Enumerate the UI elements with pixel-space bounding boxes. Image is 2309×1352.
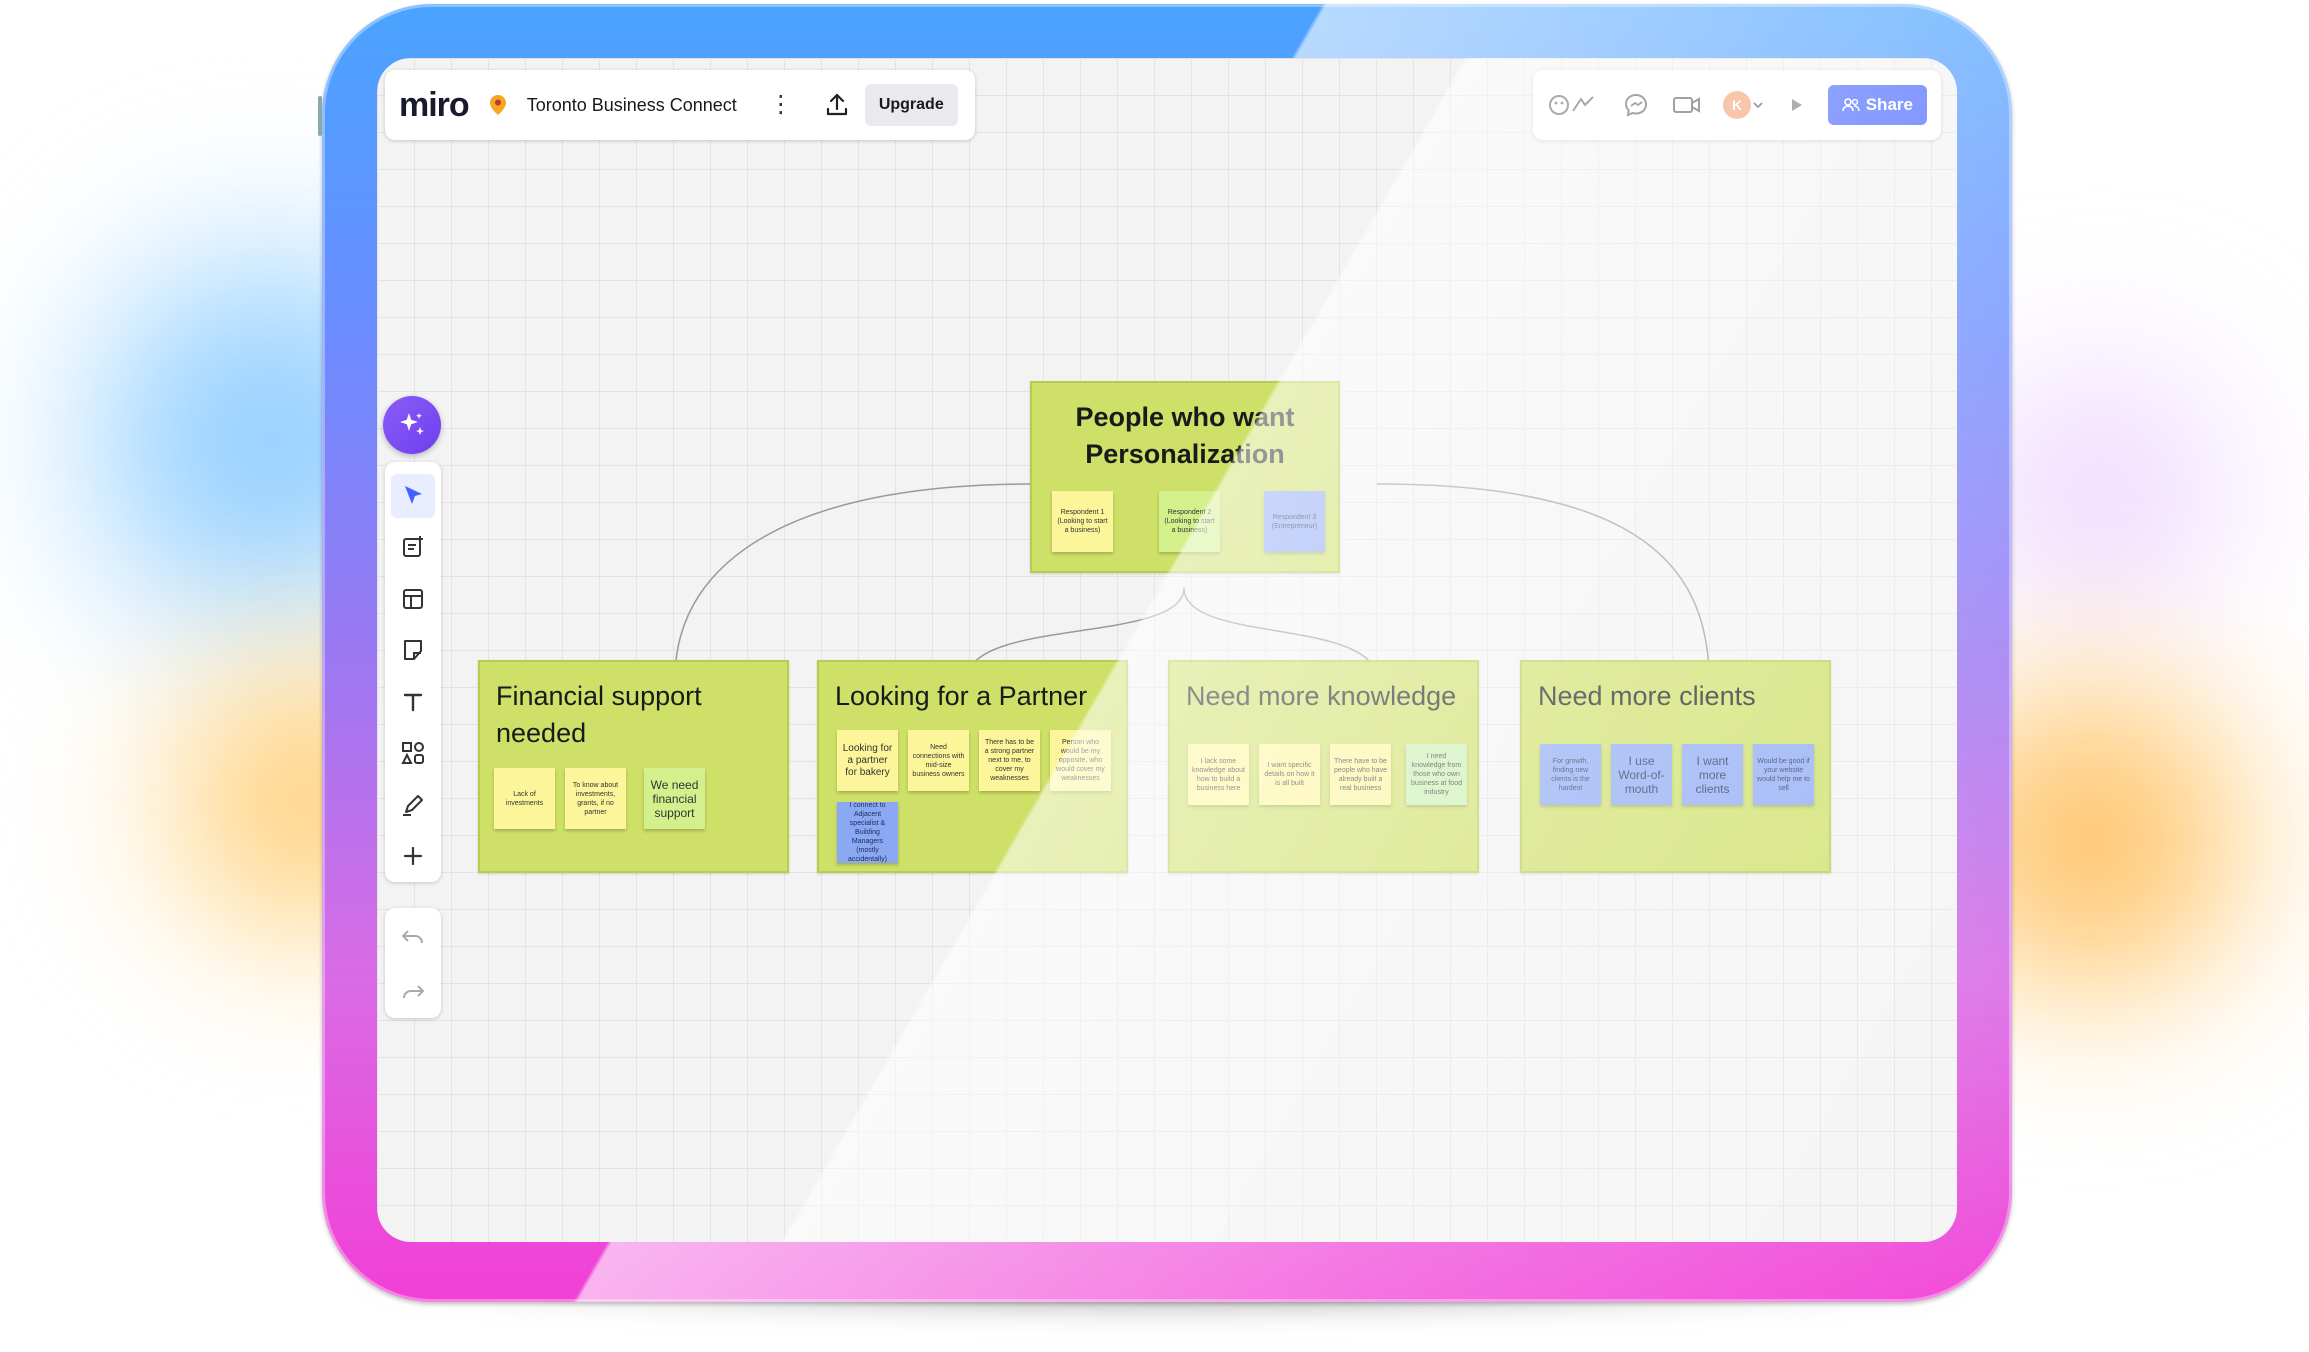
sticky-note[interactable]: We need financial support — [644, 768, 705, 829]
connector-financial — [674, 483, 1031, 677]
export-upload-icon[interactable] — [823, 91, 851, 119]
location-pin-icon — [489, 95, 506, 115]
ai-assistant-button[interactable] — [383, 396, 441, 454]
shapes-tool[interactable] — [391, 732, 435, 776]
frame-title: Looking for a Partner — [835, 681, 1088, 711]
users-icon — [1841, 98, 1860, 112]
avatar: K — [1723, 91, 1752, 119]
templates-tool[interactable] — [391, 526, 435, 570]
template-icon — [403, 536, 423, 558]
sticky-note[interactable]: I use Word-of-mouth — [1611, 744, 1672, 805]
upgrade-button[interactable]: Upgrade — [864, 84, 958, 126]
sticky-note[interactable]: There has to be a strong partner next to… — [979, 730, 1040, 791]
table-tool[interactable] — [391, 577, 435, 621]
frame-need-more-clients[interactable]: Need more clients For growth, finding ne… — [1520, 660, 1831, 873]
cursor-icon — [405, 485, 422, 504]
present-play-icon[interactable] — [1786, 95, 1806, 115]
text-icon — [403, 693, 423, 711]
sticky-note[interactable]: Looking for a partner for bakery — [837, 730, 898, 791]
frame-title: Need more clients — [1538, 681, 1756, 711]
share-label: Share — [1865, 95, 1913, 114]
board-name[interactable]: Toronto Business Connect — [527, 95, 737, 116]
sticky-note[interactable]: For growth, finding new clients is the h… — [1540, 744, 1601, 805]
sticky-note[interactable]: I lack some knowledge about how to build… — [1188, 744, 1249, 805]
frame-financial-support[interactable]: Financial support needed Lack of investm… — [478, 660, 789, 873]
video-call-icon[interactable] — [1672, 93, 1702, 117]
collaboration-bar: K Share — [1533, 70, 1941, 140]
miro-logo[interactable]: miro — [399, 86, 470, 125]
sparkle-icon — [400, 413, 424, 435]
shapes-icon — [401, 742, 424, 765]
creation-toolbar — [385, 462, 441, 882]
mind-map-connectors — [674, 483, 1710, 677]
root-frame[interactable]: People who want Personalization Responde… — [1030, 381, 1340, 573]
marketing-stage: People who want Personalization Responde… — [0, 0, 2309, 1352]
board-header: miro Toronto Business Connect ⋮ Upgrade — [385, 70, 975, 140]
device-side-button — [318, 96, 322, 136]
tablet-device: People who want Personalization Responde… — [318, 4, 2012, 1302]
reactions-icon[interactable] — [1547, 91, 1601, 119]
sticky-note-tool[interactable] — [391, 629, 435, 673]
text-tool[interactable] — [391, 680, 435, 724]
root-title-line1: People who want — [1075, 402, 1295, 432]
sticky-note[interactable]: To know about investments, grants, if no… — [565, 768, 626, 829]
pen-tool[interactable] — [391, 783, 435, 827]
sticky-note[interactable]: I want specific details on how it is all… — [1259, 744, 1320, 805]
sticky-note[interactable]: There have to be people who have already… — [1330, 744, 1391, 805]
history-controls — [385, 908, 441, 1018]
redo-icon[interactable] — [400, 980, 426, 1002]
comment-icon[interactable] — [1622, 91, 1650, 119]
sticky-note[interactable]: Respondent 1 (Looking to start a busines… — [1052, 491, 1113, 552]
sticky-note[interactable]: Would be good if your website would help… — [1753, 744, 1814, 805]
more-tools[interactable] — [391, 835, 435, 879]
sticky-note[interactable]: Person who would be my opposite, who wou… — [1050, 730, 1111, 791]
root-frame-title: People who want Personalization — [1032, 399, 1338, 473]
more-options-icon[interactable]: ⋮ — [769, 93, 793, 117]
share-button[interactable]: Share — [1827, 85, 1927, 125]
chevron-down-icon — [1753, 102, 1763, 109]
sticky-note[interactable]: I need knowledge from those who own busi… — [1406, 744, 1467, 805]
sticky-note[interactable]: Lack of investments — [494, 768, 555, 829]
sticky-note[interactable]: I connect to Adjacent specialist & Build… — [837, 802, 898, 863]
frame-title: Financial support needed — [496, 681, 702, 748]
frame-looking-for-partner[interactable]: Looking for a Partner Looking for a part… — [817, 660, 1128, 873]
sticky-note[interactable]: Respondent 3 (Entrepreneur) — [1264, 491, 1325, 552]
table-icon — [403, 588, 423, 609]
sticky-note[interactable]: Respondent 2 (Looking to start a busines… — [1159, 491, 1220, 552]
root-title-line2: Personalization — [1085, 439, 1285, 469]
plus-icon — [403, 847, 423, 866]
user-avatar-menu[interactable]: K — [1723, 91, 1765, 119]
sticky-note-icon — [404, 640, 422, 661]
miro-board-screen: People who want Personalization Responde… — [377, 58, 1957, 1242]
connector-clients — [1376, 483, 1710, 677]
sticky-note[interactable]: Need connections with mid-size business … — [908, 730, 969, 791]
pen-icon — [403, 794, 423, 816]
undo-icon[interactable] — [400, 925, 426, 947]
sticky-note[interactable]: I want more clients — [1682, 744, 1743, 805]
frame-need-more-knowledge[interactable]: Need more knowledge I lack some knowledg… — [1168, 660, 1479, 873]
select-tool[interactable] — [391, 474, 435, 518]
frame-title: Need more knowledge — [1186, 681, 1457, 711]
